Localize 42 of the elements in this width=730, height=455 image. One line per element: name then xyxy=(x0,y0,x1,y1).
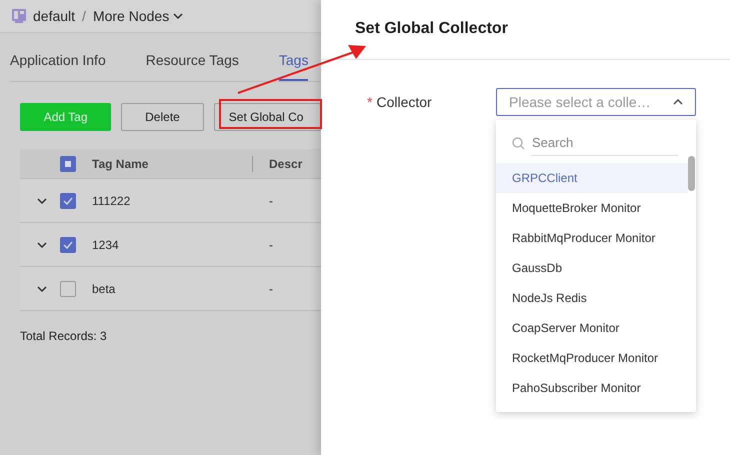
toolbar-button[interactable]: Set Global Co xyxy=(214,103,321,131)
search-icon xyxy=(512,136,525,150)
check-icon xyxy=(63,196,73,204)
caret-icon xyxy=(673,99,683,105)
expand-icon xyxy=(37,286,47,292)
table-cell-text: - xyxy=(269,280,273,298)
total-records: Total Records: 3 xyxy=(20,328,108,345)
dropdown-option[interactable]: MoquetteBroker Monitor xyxy=(496,193,688,223)
check-icon xyxy=(63,240,73,248)
tab[interactable]: Application Info xyxy=(10,50,106,81)
breadcrumb-current[interactable]: More Nodes xyxy=(92,6,184,26)
dropdown-option[interactable]: PahoSubscriber Monitor xyxy=(496,373,688,403)
expand-icon xyxy=(37,242,47,248)
search-field[interactable]: Search xyxy=(531,130,678,156)
column-header: Tag Name xyxy=(92,156,150,172)
breadcrumb-separator: / xyxy=(82,6,86,26)
dropdown-option[interactable]: RabbitMqProducer Monitor xyxy=(496,223,688,253)
caret-icon xyxy=(173,13,184,19)
dropdown-option[interactable]: CoapServer Monitor xyxy=(496,313,688,343)
toolbar-button[interactable]: Delete xyxy=(121,103,204,131)
checkbox[interactable] xyxy=(60,156,76,172)
scrollbar-thumb[interactable] xyxy=(688,156,695,191)
field-label: Collector xyxy=(376,92,432,112)
table-cell-text: beta xyxy=(92,280,116,298)
breadcrumb-link[interactable]: default xyxy=(33,6,76,26)
app-icon xyxy=(12,9,26,23)
expand-icon xyxy=(37,198,47,204)
tab[interactable]: Resource Tags xyxy=(146,50,239,81)
table-cell-text: 111222 xyxy=(92,192,132,210)
checkbox[interactable] xyxy=(60,236,76,252)
required-mark: * xyxy=(367,92,372,112)
table-cell-text: - xyxy=(269,192,273,210)
checkbox[interactable] xyxy=(60,192,76,208)
dropdown-option[interactable]: GaussDb xyxy=(496,253,688,283)
checkbox[interactable] xyxy=(60,280,76,296)
dropdown-option[interactable]: GRPCClient xyxy=(496,163,688,193)
dropdown-option[interactable]: NodeJs Redis xyxy=(496,283,688,313)
tab[interactable]: Tags xyxy=(278,50,308,81)
table-cell-text: 1234 xyxy=(92,236,120,254)
dropdown-option[interactable]: RocketMqProducer Monitor xyxy=(496,343,688,373)
table-cell-text: - xyxy=(269,236,273,254)
column-header: Descr xyxy=(269,156,302,172)
